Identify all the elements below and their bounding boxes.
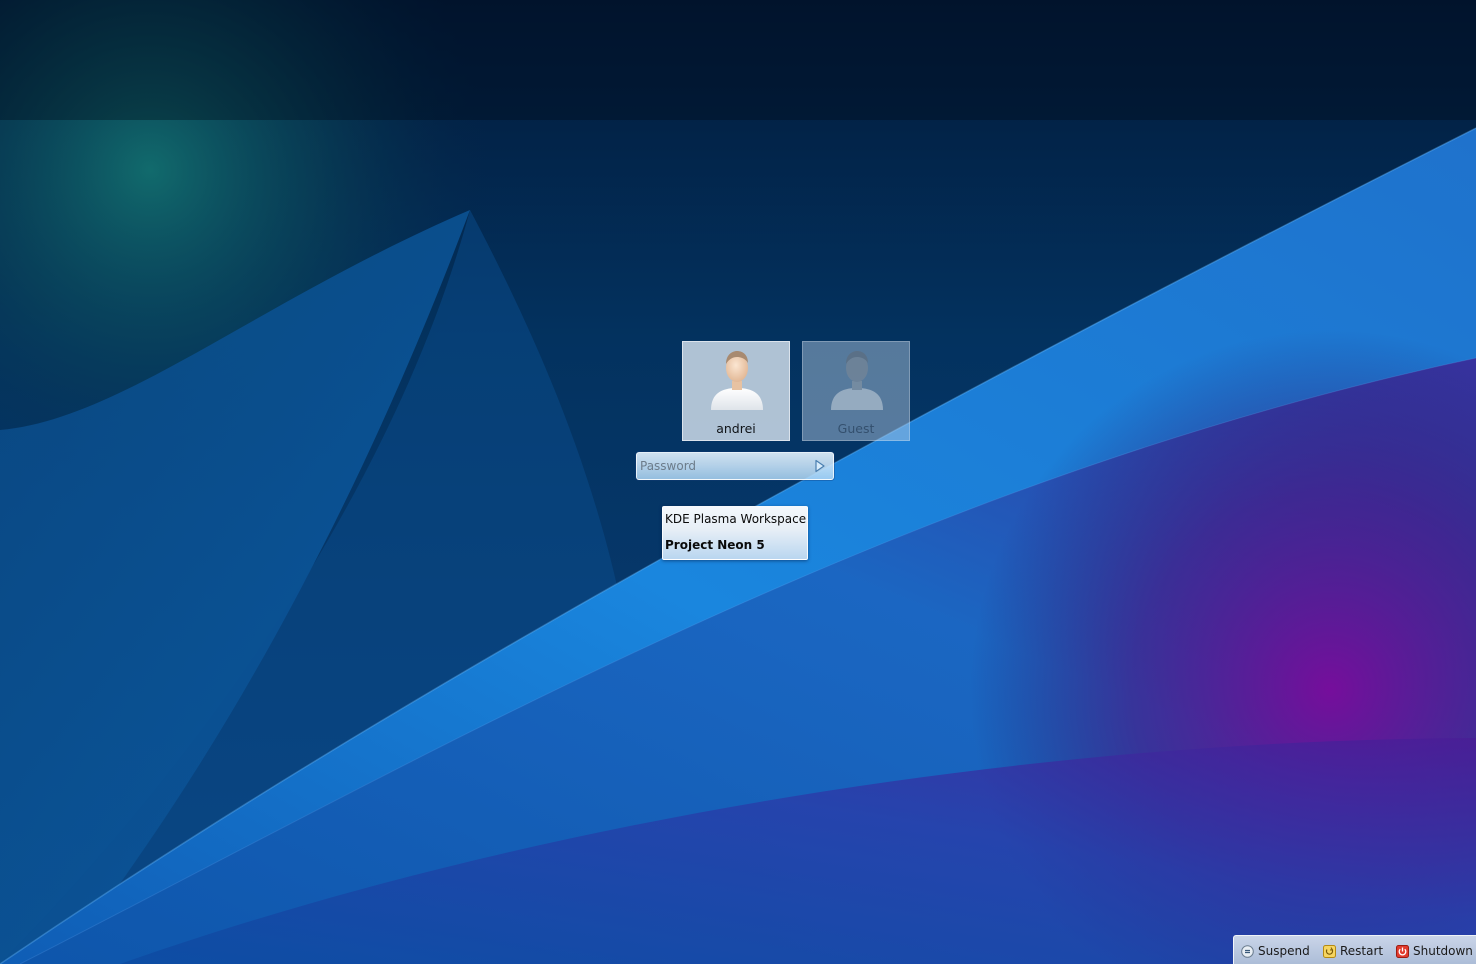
session-item-kde-plasma[interactable]: KDE Plasma Workspace	[665, 512, 806, 526]
user-tile-andrei[interactable]: andrei	[682, 341, 790, 441]
password-field[interactable]	[636, 452, 834, 480]
wallpaper	[0, 0, 1476, 964]
session-item-project-neon[interactable]: Project Neon 5	[665, 538, 765, 552]
suspend-label: Suspend	[1258, 944, 1310, 958]
shutdown-button[interactable]: Shutdown	[1396, 943, 1473, 959]
restart-button[interactable]: Restart	[1323, 943, 1383, 959]
user-tile-guest[interactable]: Guest	[802, 341, 910, 441]
user-avatar-icon	[711, 351, 763, 410]
power-bar: Suspend Restart Shutdown	[1233, 935, 1476, 964]
guest-avatar-icon	[831, 351, 883, 410]
restart-label: Restart	[1340, 944, 1384, 958]
restart-icon	[1323, 944, 1336, 958]
session-list[interactable]: KDE Plasma Workspace Project Neon 5	[662, 506, 808, 560]
password-input[interactable]	[639, 455, 806, 477]
shutdown-icon	[1396, 944, 1409, 958]
user-name: andrei	[716, 421, 756, 436]
shutdown-label: Shutdown	[1413, 944, 1473, 958]
suspend-icon	[1241, 944, 1254, 958]
user-name: Guest	[837, 421, 875, 436]
suspend-button[interactable]: Suspend	[1241, 943, 1310, 959]
login-arrow-icon[interactable]	[811, 458, 827, 474]
login-screen: andrei Guest KDE Plasma Workspace Projec…	[0, 0, 1476, 964]
